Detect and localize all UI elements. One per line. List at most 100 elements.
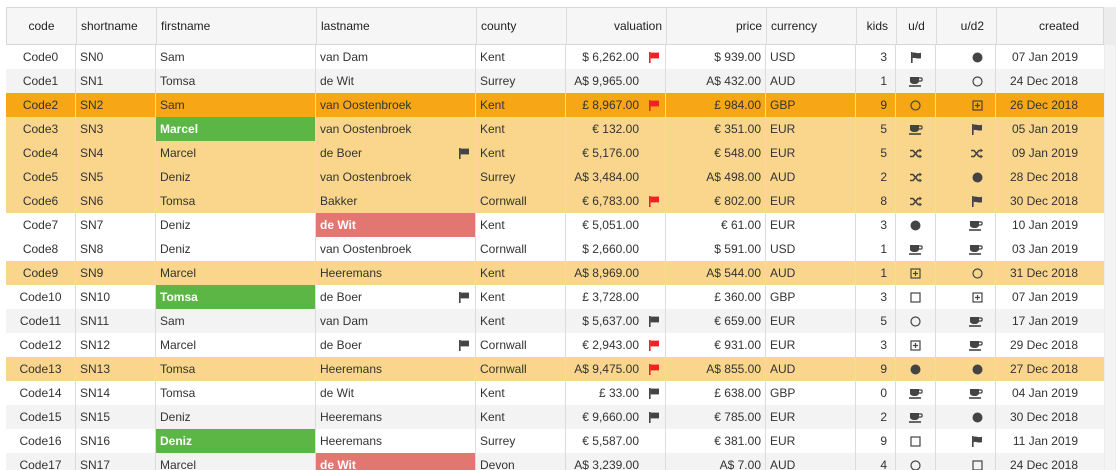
cell-valuation[interactable]: € 132.00 <box>566 117 666 141</box>
table-row[interactable]: Code15 SN15 Deniz Heeremans Kent € 9,660.00 € … <box>6 405 1104 429</box>
cell-created[interactable]: 24 Dec 2018 <box>996 69 1094 93</box>
cell-county[interactable]: Kent <box>476 405 566 429</box>
cell-ud[interactable] <box>896 333 936 357</box>
cell-lastname[interactable]: de Wit <box>316 69 476 93</box>
cell-ud2[interactable] <box>936 261 996 285</box>
cell-kids[interactable]: 5 <box>856 309 896 333</box>
cell-currency[interactable]: GBP <box>766 285 856 309</box>
cell-firstname[interactable]: Tomsa <box>156 69 316 93</box>
cell-kids[interactable]: 1 <box>856 261 896 285</box>
table-row[interactable]: Code1 SN1 Tomsa de Wit Surrey A$ 9,965.00 A$ 4… <box>6 69 1104 93</box>
cell-shortname[interactable]: SN6 <box>76 189 156 213</box>
cell-county[interactable]: Kent <box>476 141 566 165</box>
cell-county[interactable]: Surrey <box>476 69 566 93</box>
cell-shortname[interactable]: SN4 <box>76 141 156 165</box>
cell-currency[interactable]: AUD <box>766 69 856 93</box>
cell-currency[interactable]: EUR <box>766 333 856 357</box>
cell-kids[interactable]: 5 <box>856 117 896 141</box>
cell-price[interactable]: € 548.00 <box>666 141 766 165</box>
cell-lastname[interactable]: van Oostenbroek <box>316 93 476 117</box>
cell-valuation[interactable]: $ 6,262.00 <box>566 45 666 69</box>
table-row[interactable]: Code16 SN16 Deniz Heeremans Surrey € 5,587.00… <box>6 429 1104 453</box>
cell-kids[interactable]: 4 <box>856 453 896 470</box>
col-header-county[interactable]: county <box>477 8 567 44</box>
cell-code[interactable]: Code3 <box>6 117 76 141</box>
cell-lastname[interactable]: de Wit <box>316 213 476 237</box>
cell-ud2[interactable] <box>936 117 996 141</box>
cell-price[interactable]: € 802.00 <box>666 189 766 213</box>
cell-price[interactable]: € 381.00 <box>666 429 766 453</box>
col-header-firstname[interactable]: firstname <box>157 8 317 44</box>
vertical-scrollbar[interactable] <box>1104 7 1116 470</box>
cell-price[interactable]: € 785.00 <box>666 405 766 429</box>
cell-code[interactable]: Code14 <box>6 381 76 405</box>
cell-created[interactable]: 31 Dec 2018 <box>996 261 1094 285</box>
cell-valuation[interactable]: € 5,051.00 <box>566 213 666 237</box>
cell-ud[interactable] <box>896 189 936 213</box>
cell-code[interactable]: Code0 <box>6 45 76 69</box>
cell-price[interactable]: $ 939.00 <box>666 45 766 69</box>
cell-price[interactable]: £ 984.00 <box>666 93 766 117</box>
table-row[interactable]: Code17 SN17 Marcel de Wit Devon A$ 3,239.00 A$… <box>6 453 1104 470</box>
cell-code[interactable]: Code4 <box>6 141 76 165</box>
cell-valuation[interactable]: € 6,783.00 <box>566 189 666 213</box>
cell-county[interactable]: Kent <box>476 45 566 69</box>
cell-firstname[interactable]: Deniz <box>156 213 316 237</box>
cell-shortname[interactable]: SN14 <box>76 381 156 405</box>
cell-ud[interactable] <box>896 453 936 470</box>
cell-kids[interactable]: 2 <box>856 405 896 429</box>
cell-lastname[interactable]: Heeremans <box>316 357 476 381</box>
table-row[interactable]: Code9 SN9 Marcel Heeremans Kent A$ 8,969.00 A$… <box>6 261 1104 285</box>
cell-firstname[interactable]: Marcel <box>156 141 316 165</box>
cell-currency[interactable]: AUD <box>766 453 856 470</box>
cell-created[interactable]: 29 Dec 2018 <box>996 333 1094 357</box>
table-row[interactable]: Code5 SN5 Deniz van Oostenbroek Surrey A$ 3,4… <box>6 165 1104 189</box>
cell-code[interactable]: Code1 <box>6 69 76 93</box>
cell-created[interactable]: 28 Dec 2018 <box>996 165 1094 189</box>
cell-created[interactable]: 26 Dec 2018 <box>996 93 1094 117</box>
cell-price[interactable]: A$ 855.00 <box>666 357 766 381</box>
cell-valuation[interactable]: € 5,176.00 <box>566 141 666 165</box>
cell-lastname[interactable]: Heeremans <box>316 261 476 285</box>
cell-code[interactable]: Code7 <box>6 213 76 237</box>
cell-ud[interactable] <box>896 69 936 93</box>
cell-valuation[interactable]: £ 3,728.00 <box>566 285 666 309</box>
cell-county[interactable]: Surrey <box>476 429 566 453</box>
table-row[interactable]: Code2 SN2 Sam van Oostenbroek Kent £ 8,967.00… <box>6 93 1104 117</box>
table-row[interactable]: Code13 SN13 Tomsa Heeremans Cornwall A$ 9,475… <box>6 357 1104 381</box>
cell-lastname[interactable]: van Oostenbroek <box>316 237 476 261</box>
cell-price[interactable]: A$ 432.00 <box>666 69 766 93</box>
cell-currency[interactable]: AUD <box>766 357 856 381</box>
cell-ud2[interactable] <box>936 381 996 405</box>
cell-currency[interactable]: GBP <box>766 381 856 405</box>
table-row[interactable]: Code8 SN8 Deniz van Oostenbroek Cornwall $ 2,… <box>6 237 1104 261</box>
cell-firstname[interactable]: Deniz <box>156 405 316 429</box>
cell-created[interactable]: 07 Jan 2019 <box>996 285 1094 309</box>
cell-price[interactable]: A$ 498.00 <box>666 165 766 189</box>
cell-created[interactable]: 11 Jan 2019 <box>996 429 1094 453</box>
cell-shortname[interactable]: SN8 <box>76 237 156 261</box>
cell-currency[interactable]: EUR <box>766 429 856 453</box>
cell-county[interactable]: Cornwall <box>476 357 566 381</box>
table-row[interactable]: Code14 SN14 Tomsa de Wit Kent £ 33.00 £ 638.00… <box>6 381 1104 405</box>
cell-ud[interactable] <box>896 357 936 381</box>
cell-county[interactable]: Surrey <box>476 165 566 189</box>
cell-lastname[interactable]: de Wit <box>316 381 476 405</box>
cell-created[interactable]: 04 Jan 2019 <box>996 381 1094 405</box>
cell-valuation[interactable]: € 5,587.00 <box>566 429 666 453</box>
cell-code[interactable]: Code11 <box>6 309 76 333</box>
cell-ud[interactable] <box>896 213 936 237</box>
cell-firstname[interactable]: Deniz <box>156 237 316 261</box>
scrollbar-thumb[interactable] <box>1105 45 1115 470</box>
cell-ud2[interactable] <box>936 69 996 93</box>
cell-shortname[interactable]: SN10 <box>76 285 156 309</box>
cell-ud2[interactable] <box>936 237 996 261</box>
cell-ud[interactable] <box>896 165 936 189</box>
cell-county[interactable]: Kent <box>476 381 566 405</box>
cell-kids[interactable]: 2 <box>856 165 896 189</box>
table-row[interactable]: Code12 SN12 Marcel de Boer Cornwall € 2,943.0… <box>6 333 1104 357</box>
cell-firstname[interactable]: Tomsa <box>156 285 316 309</box>
cell-code[interactable]: Code17 <box>6 453 76 470</box>
cell-price[interactable]: € 931.00 <box>666 333 766 357</box>
table-row[interactable]: Code11 SN11 Sam van Dam Kent $ 5,637.00 € 659.… <box>6 309 1104 333</box>
